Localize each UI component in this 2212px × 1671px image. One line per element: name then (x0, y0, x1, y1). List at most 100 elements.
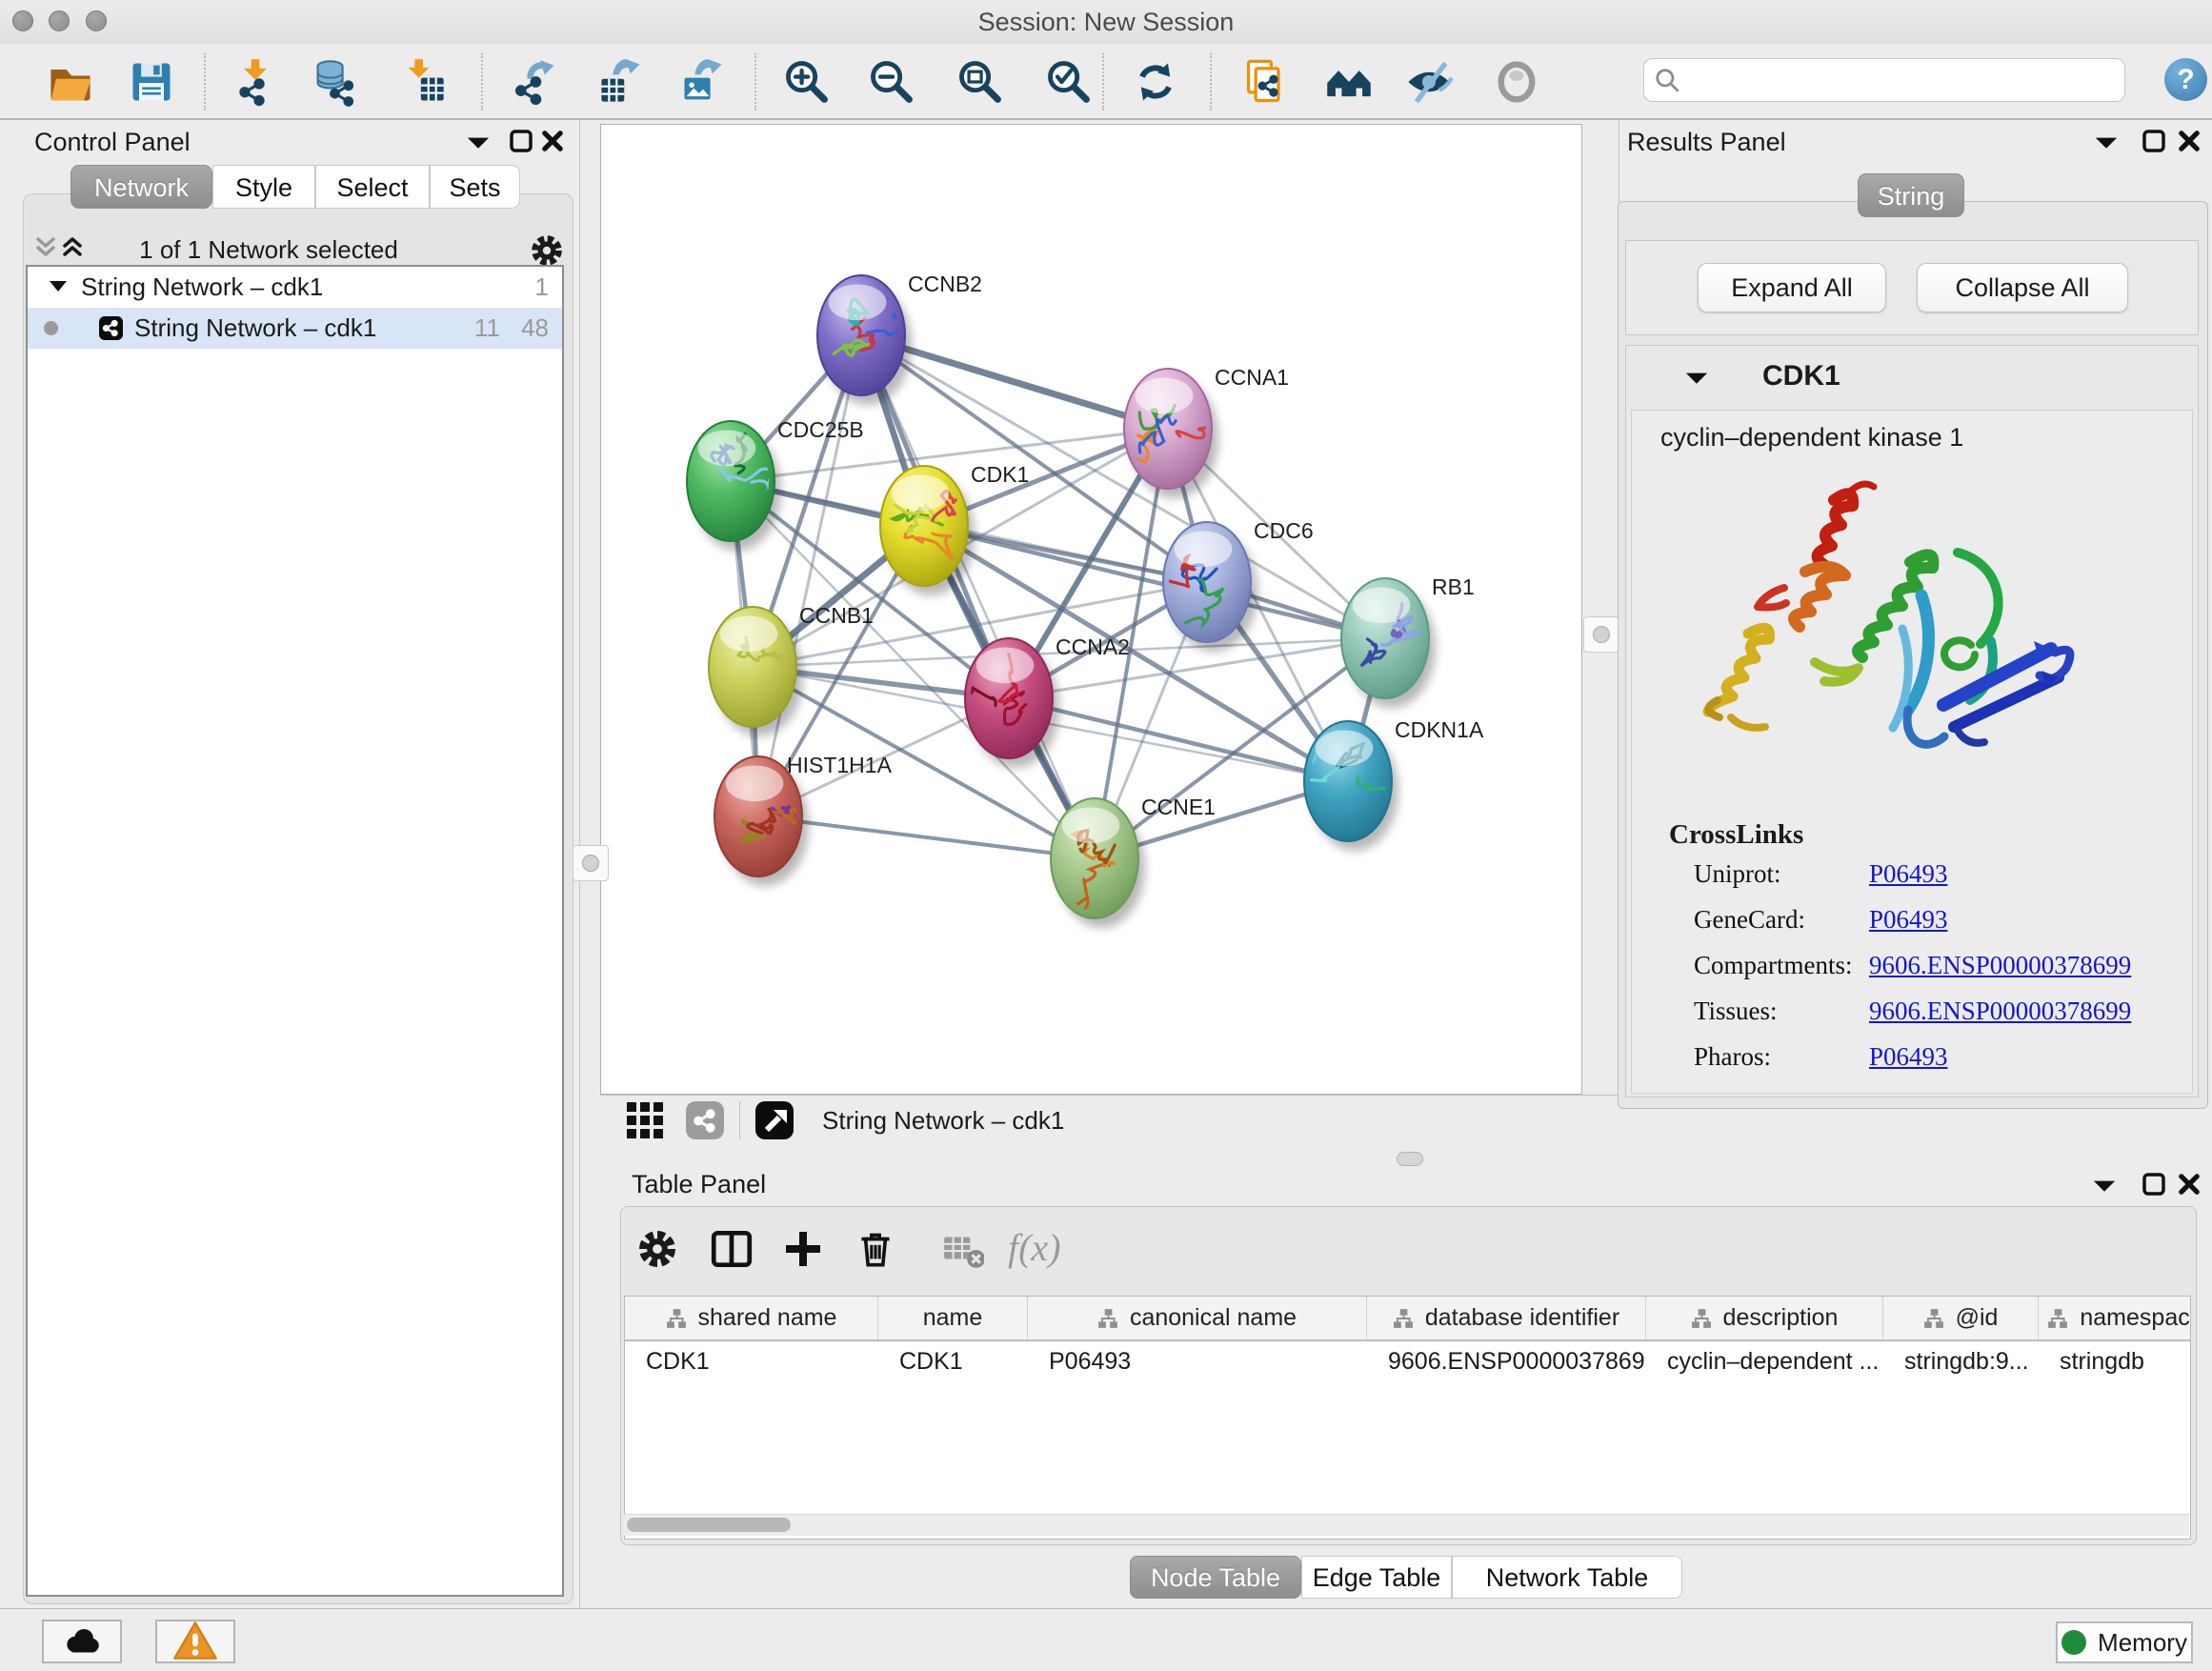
tab-select[interactable]: Select (315, 165, 430, 209)
show-columns-icon[interactable] (705, 1222, 758, 1276)
node-CDKN1A[interactable]: CDKN1A (1301, 717, 1484, 851)
control-panel-float-icon[interactable] (466, 132, 491, 157)
left-splitter[interactable] (580, 120, 600, 1145)
crosslink-value-link[interactable]: 9606.ENSP00000378699 (1869, 997, 2131, 1026)
crosslink-label: Pharos: (1694, 1042, 1869, 1072)
cell-canonical-name[interactable]: P06493 (1028, 1348, 1367, 1376)
cell-name[interactable]: CDK1 (878, 1348, 1028, 1376)
table-splitter-handle[interactable] (1397, 1152, 1423, 1166)
table-panel-restore-icon[interactable] (2142, 1172, 2166, 1197)
cloud-service-button[interactable] (42, 1620, 122, 1663)
collapse-all-button[interactable]: Collapse All (1917, 263, 2128, 312)
left-splitter-handle[interactable] (573, 845, 609, 881)
export-image-button[interactable] (673, 51, 734, 112)
app-manager-button[interactable] (1236, 51, 1297, 112)
crosslink-value-link[interactable]: P06493 (1869, 1042, 1948, 1072)
delete-column-icon[interactable] (849, 1222, 902, 1276)
export-image-icon (678, 57, 728, 107)
window-title: Session: New Session (0, 0, 2212, 44)
node-label-CDK1: CDK1 (971, 462, 1029, 487)
share-view-icon[interactable] (684, 1099, 726, 1141)
network-row[interactable]: String Network – cdk1 11 48 (28, 308, 562, 349)
zoom-in-button[interactable] (776, 51, 837, 112)
cloud-icon (58, 1618, 106, 1665)
export-table-button[interactable] (591, 51, 652, 112)
scrollbar-thumb[interactable] (627, 1518, 791, 1532)
help-button[interactable]: ? (2164, 58, 2207, 101)
crosslink-value-link[interactable]: 9606.ENSP00000378699 (1869, 951, 2131, 980)
zoom-fit-button[interactable] (950, 51, 1011, 112)
open-file-button[interactable] (40, 51, 101, 112)
tab-edge-table[interactable]: Edge Table (1301, 1556, 1452, 1599)
import-network-file-button[interactable] (225, 51, 286, 112)
delete-table-icon[interactable] (935, 1222, 989, 1276)
show-all-button[interactable] (1486, 51, 1547, 112)
results-panel-restore-icon[interactable] (2142, 129, 2166, 153)
column-header-namespace[interactable]: namespace (2039, 1297, 2191, 1339)
cell-database-identifier[interactable]: 9606.ENSP00000378699 (1367, 1348, 1646, 1376)
export-network-button[interactable] (505, 51, 566, 112)
import-network-database-button[interactable] (305, 51, 366, 112)
cell-shared-name[interactable]: CDK1 (625, 1348, 878, 1376)
search-input[interactable] (1686, 60, 2124, 100)
results-panel-float-icon[interactable] (2094, 132, 2119, 157)
crosslink-row: Tissues: 9606.ENSP00000378699 (1694, 997, 2189, 1026)
export-network-icon (511, 57, 560, 107)
crosslink-value-link[interactable]: P06493 (1869, 905, 1948, 935)
warning-icon (171, 1618, 219, 1665)
right-splitter-handle[interactable] (1583, 616, 1619, 653)
search-box[interactable] (1643, 58, 2125, 102)
tab-sets[interactable]: Sets (430, 165, 520, 209)
memory-button[interactable]: Memory (2056, 1621, 2193, 1663)
refresh-view-button[interactable] (1125, 51, 1186, 112)
node-CCNE1[interactable]: CCNE1 (1051, 795, 1216, 928)
tab-style[interactable]: Style (212, 165, 315, 209)
table-panel-close-icon[interactable] (2177, 1172, 2202, 1197)
birds-eye-view-icon[interactable] (754, 1099, 795, 1141)
column-label: shared name (698, 1304, 837, 1332)
add-column-icon[interactable] (776, 1222, 830, 1276)
tab-string[interactable]: String (1858, 173, 1964, 217)
column-header-database-identifier[interactable]: database identifier (1367, 1297, 1646, 1339)
column-header-shared-name[interactable]: shared name (625, 1297, 878, 1339)
node-CCNB1[interactable]: CCNB1 (709, 603, 874, 736)
import-table-file-button[interactable] (392, 51, 453, 112)
column-header-canonical-name[interactable]: canonical name (1028, 1297, 1367, 1339)
grid-view-icon[interactable] (623, 1098, 667, 1142)
toolbar-separator (1102, 53, 1104, 111)
crosslink-row: GeneCard: P06493 (1694, 905, 2189, 935)
table-horizontal-scrollbar[interactable] (624, 1514, 2189, 1536)
node-RB1[interactable]: RB1 (1341, 574, 1475, 708)
control-panel-restore-icon[interactable] (509, 129, 533, 153)
node-CCNB2[interactable]: CCNB2 (817, 272, 982, 405)
return-home-button[interactable] (1318, 51, 1379, 112)
tab-network-table[interactable]: Network Table (1452, 1556, 1682, 1599)
table-panel-float-icon[interactable] (2092, 1176, 2117, 1200)
network-canvas[interactable]: CCNB2 CCNA1 CDC25B CDK1 CDC6 (600, 124, 1582, 1095)
expand-all-button[interactable]: Expand All (1698, 263, 1886, 312)
function-builder-icon[interactable]: f(x) (1008, 1225, 1061, 1270)
table-settings-gear-icon[interactable] (631, 1222, 684, 1276)
warnings-button[interactable] (155, 1620, 235, 1663)
zoom-out-button[interactable] (861, 51, 922, 112)
column-header--id[interactable]: @id (1883, 1297, 2039, 1339)
control-panel-close-icon[interactable] (540, 129, 565, 153)
node-CCNA1[interactable]: CCNA1 (1124, 365, 1289, 498)
hide-selected-button[interactable] (1398, 51, 1459, 112)
network-collection-row[interactable]: String Network – cdk1 1 (28, 267, 562, 308)
tab-node-table[interactable]: Node Table (1130, 1556, 1301, 1599)
results-panel-close-icon[interactable] (2177, 129, 2202, 153)
collection-expand-icon[interactable] (49, 278, 68, 297)
column-header-name[interactable]: name (878, 1297, 1028, 1339)
node-HIST1H1A[interactable]: HIST1H1A (714, 753, 893, 886)
save-session-button[interactable] (121, 51, 182, 112)
gene-collapse-caret-icon[interactable] (1684, 368, 1709, 393)
crosslink-value-link[interactable]: P06493 (1869, 859, 1948, 889)
tab-network[interactable]: Network (70, 165, 212, 209)
cell-description[interactable]: cyclin–dependent ... (1646, 1348, 1883, 1376)
column-header-description[interactable]: description (1646, 1297, 1883, 1339)
cell--id[interactable]: stringdb:9... (1883, 1348, 2039, 1376)
zoom-selected-button[interactable] (1038, 51, 1099, 112)
table-row[interactable]: CDK1CDK1P064939606.ENSP00000378699cyclin… (625, 1341, 2190, 1381)
cell-namespace[interactable]: stringdb (2039, 1348, 2191, 1376)
